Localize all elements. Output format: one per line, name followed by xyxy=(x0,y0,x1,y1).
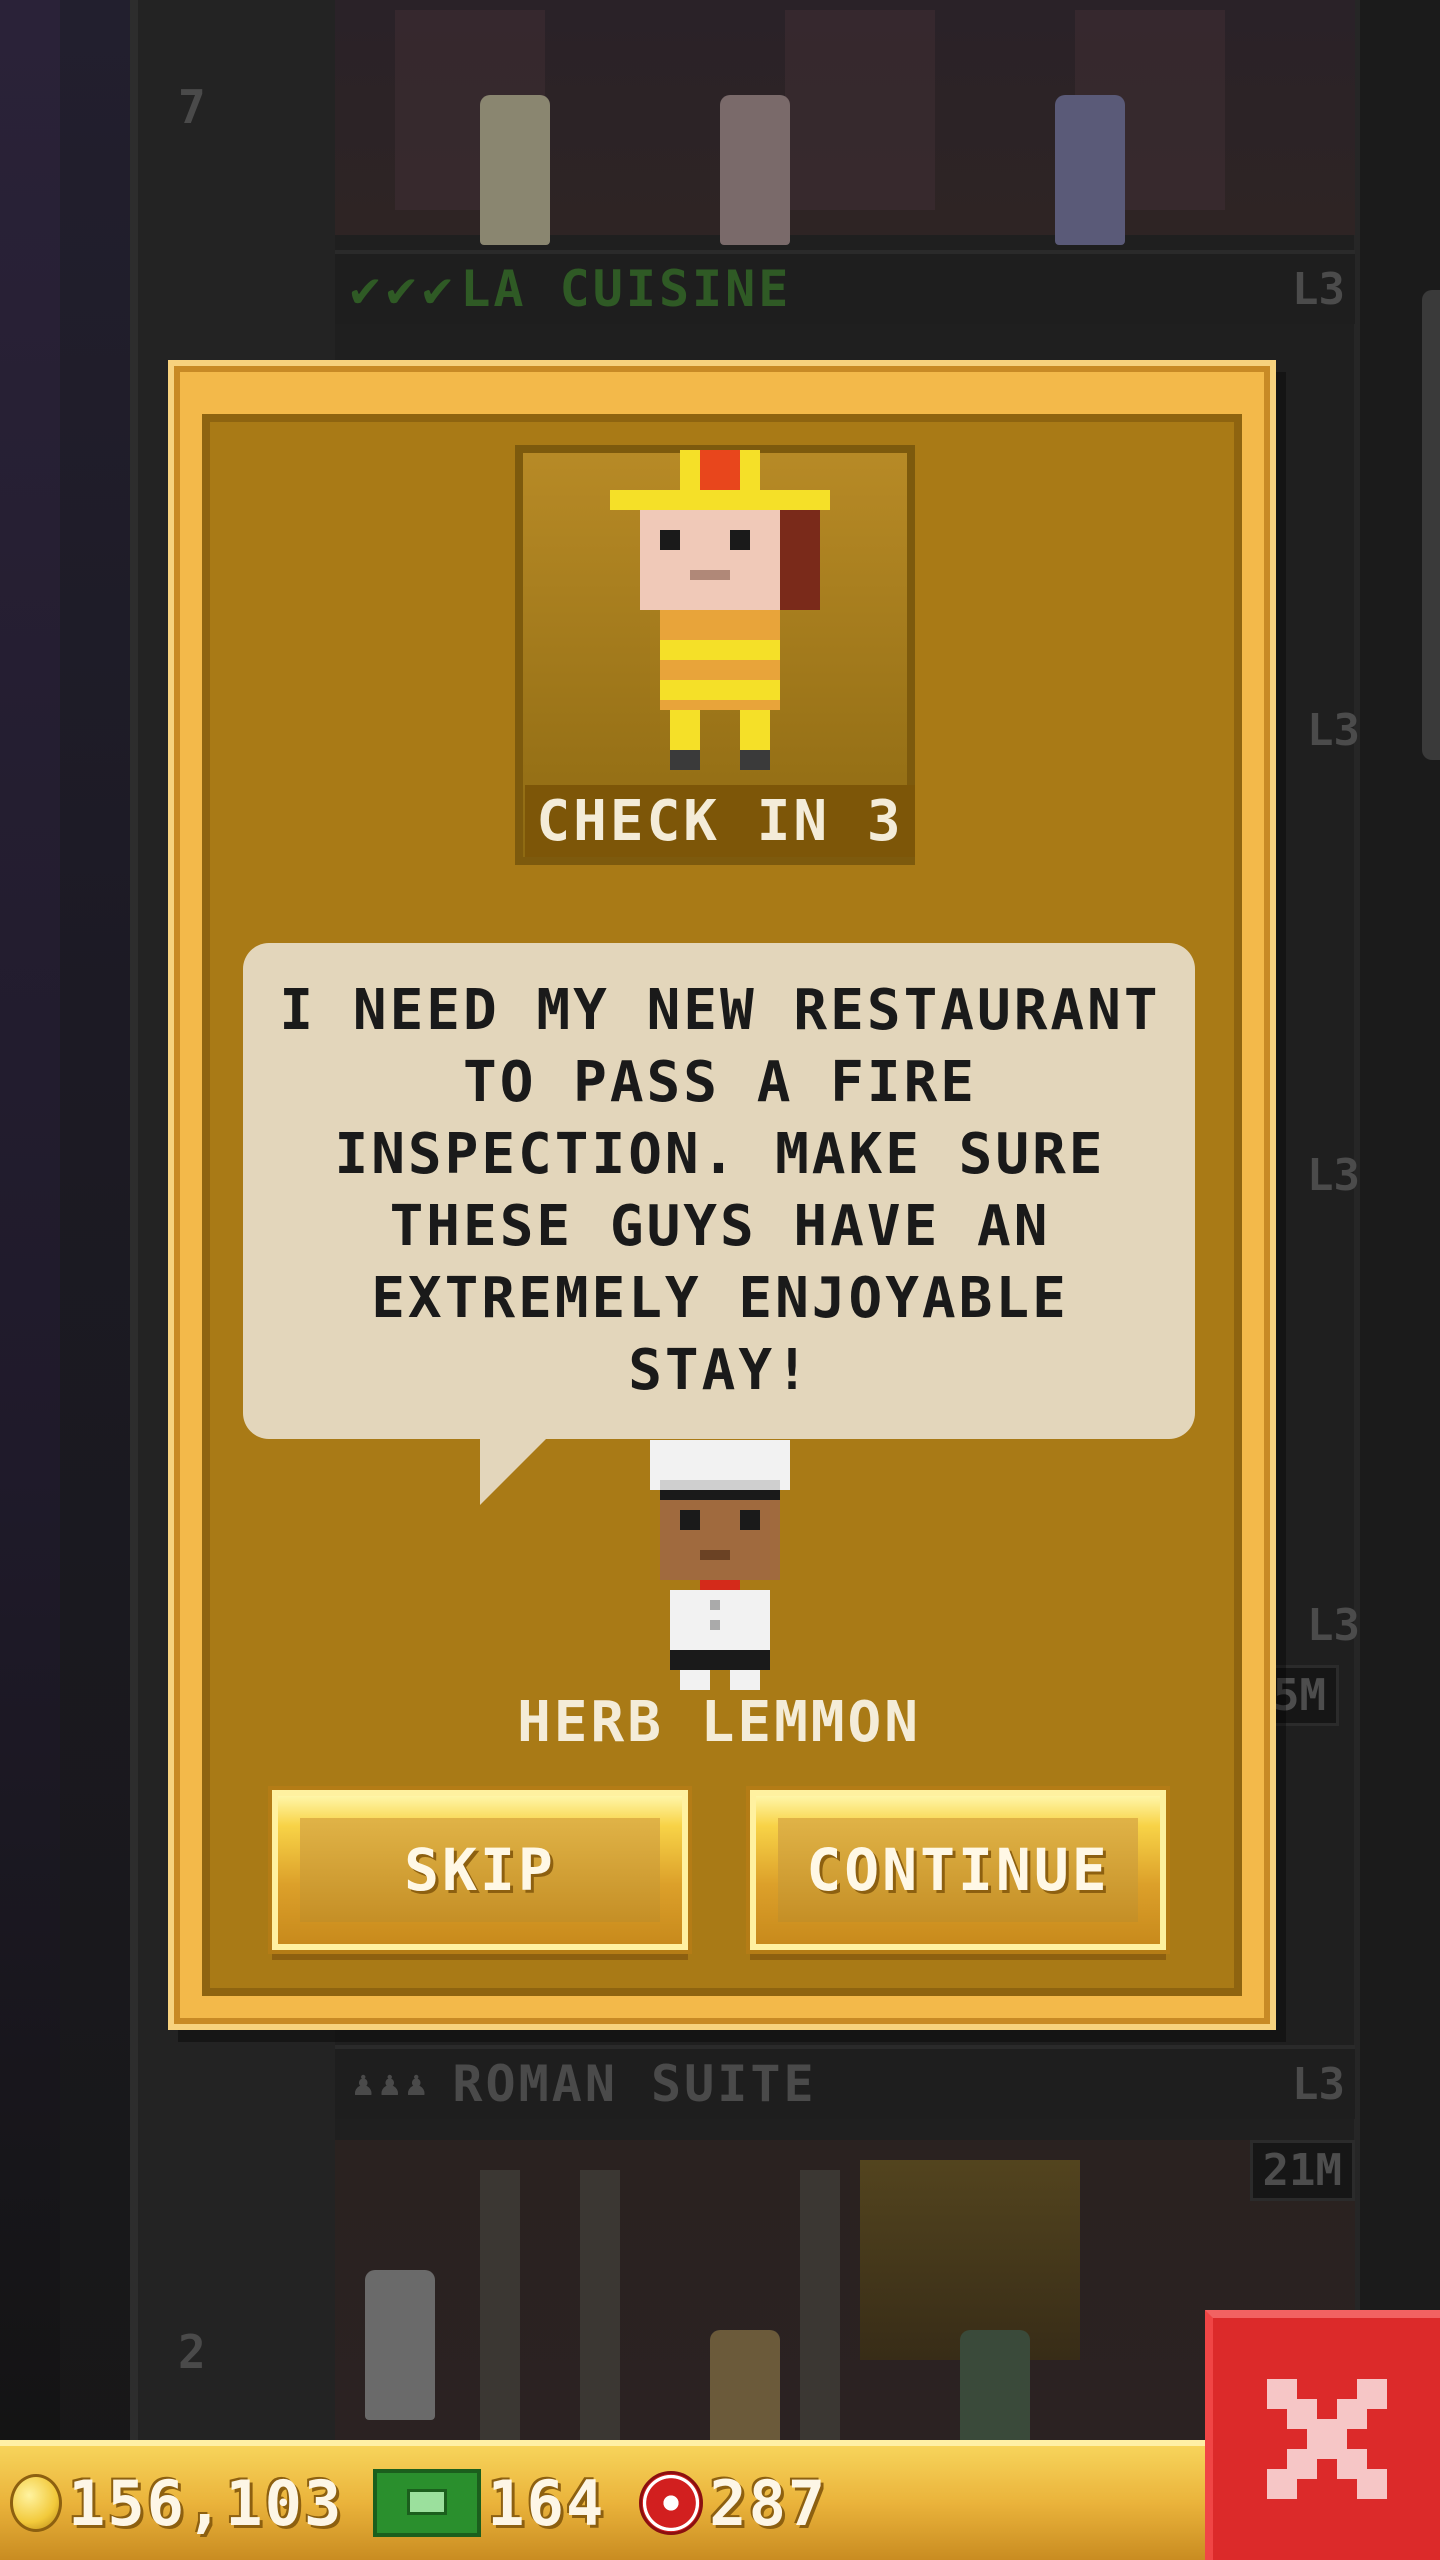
game-screen: 7 2 ✔ ✔ ✔ LA CUISINE L3 L3 L3 L3 5M ♟♟♟ … xyxy=(0,0,1440,2560)
pillar-decoration xyxy=(480,2170,520,2440)
close-icon xyxy=(1266,2379,1387,2499)
floor-label-la-cuisine[interactable]: ✔ ✔ ✔ LA CUISINE L3 xyxy=(335,250,1355,324)
check-icon: ✔ xyxy=(350,260,381,318)
bux-counter[interactable]: 164 xyxy=(353,2467,605,2540)
pillar-decoration xyxy=(800,2170,840,2440)
bitizen[interactable] xyxy=(480,95,550,245)
floor-price: 21M xyxy=(1249,2140,1355,2201)
bitizen[interactable] xyxy=(1055,95,1125,245)
bux-value: 164 xyxy=(487,2466,606,2540)
chef-icon xyxy=(650,1440,790,1690)
floor-name: LA CUISINE xyxy=(460,260,792,318)
floor-name: ROMAN SUITE xyxy=(452,2055,817,2113)
check-icon: ✔ xyxy=(422,260,453,318)
coin-icon xyxy=(10,2474,62,2532)
sky-strip xyxy=(0,0,60,2440)
continue-button[interactable]: CONTINUE xyxy=(750,1790,1166,1950)
coins-value: 156,103 xyxy=(68,2466,344,2540)
check-in-caption: CHECK IN 3 xyxy=(525,785,915,857)
npc-name: HERB LEMMON xyxy=(517,1690,921,1755)
shelf-decoration xyxy=(785,10,935,210)
speech-bubble-tail xyxy=(480,1435,550,1505)
bitizen[interactable] xyxy=(720,95,790,245)
skip-button[interactable]: SKIP xyxy=(272,1790,688,1950)
pillar-decoration xyxy=(580,2170,620,2440)
floor-number: 7 xyxy=(178,80,206,134)
scrollbar[interactable] xyxy=(1422,290,1440,760)
floor-label-roman-suite[interactable]: ♟♟♟ ROMAN SUITE L3 xyxy=(335,2045,1355,2119)
chips-value: 287 xyxy=(709,2466,828,2540)
continue-button-label: CONTINUE xyxy=(806,1836,1110,1904)
skip-button-label: SKIP xyxy=(404,1836,556,1904)
currency-bar[interactable]: 156,103 164 287 xyxy=(0,2440,1210,2560)
mission-message: I NEED MY NEW RESTAURANT TO PASS A FIRE … xyxy=(279,978,1161,1403)
close-button[interactable] xyxy=(1205,2310,1440,2560)
coins-counter[interactable]: 156,103 xyxy=(10,2467,343,2540)
chip-icon xyxy=(639,2471,704,2535)
bux-icon xyxy=(373,2469,482,2537)
floor-la-cuisine[interactable] xyxy=(335,0,1355,245)
check-icon: ✔ xyxy=(386,260,417,318)
occupants-icon: ♟♟♟ xyxy=(353,2064,433,2104)
firefighter-icon xyxy=(610,450,830,770)
chips-counter[interactable]: 287 xyxy=(615,2467,827,2540)
floor-level: L3 xyxy=(1292,2058,1345,2110)
stock-checks: ✔ ✔ ✔ xyxy=(350,260,452,318)
floor-number: 2 xyxy=(178,2325,206,2379)
floor-level: L3 xyxy=(1292,263,1345,315)
bitizen[interactable] xyxy=(365,2270,435,2420)
